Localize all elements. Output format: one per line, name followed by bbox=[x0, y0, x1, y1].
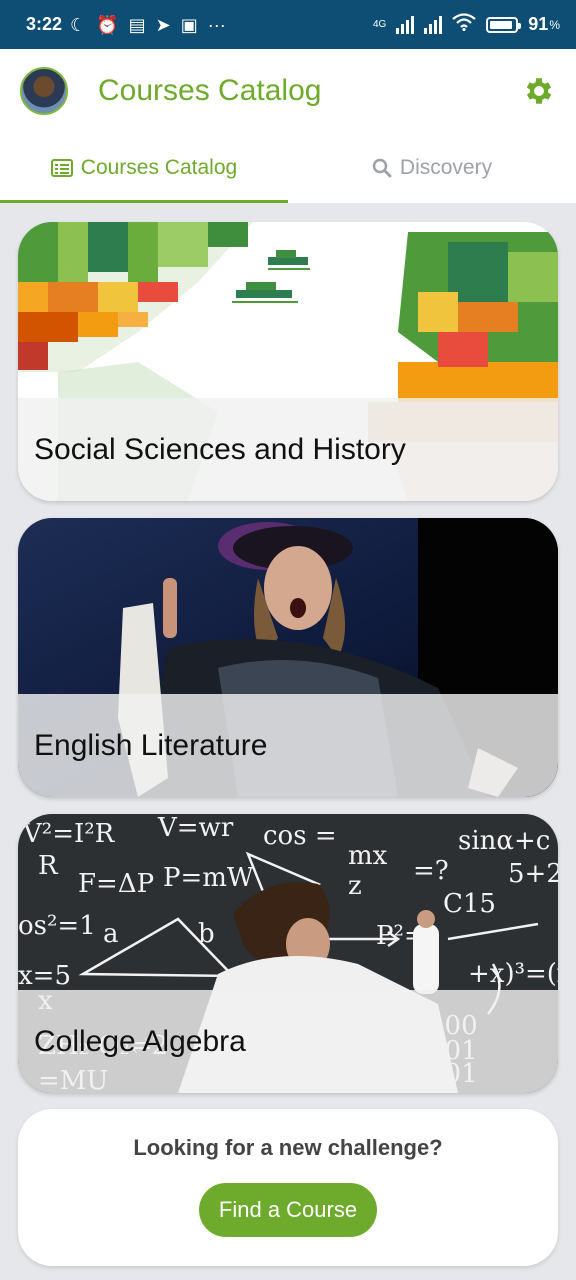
svg-text:cos =: cos = bbox=[263, 821, 337, 851]
card-icon: ▣ bbox=[180, 14, 198, 35]
svg-text:mx: mx bbox=[348, 841, 388, 871]
svg-text:sinα+c: sinα+c bbox=[458, 826, 550, 856]
card-label-band: English Literature bbox=[18, 694, 558, 797]
wifi-icon bbox=[452, 13, 476, 36]
card-title: College Algebra bbox=[34, 1024, 246, 1058]
network-type: 4G bbox=[372, 19, 387, 30]
course-card-college-algebra[interactable]: V²=I²R V=wr cos = sinα+c R F=ΔP P=mW mx =? 5+2… bbox=[18, 814, 558, 1093]
tab-courses-catalog[interactable]: Courses Catalog bbox=[0, 133, 288, 203]
search-icon bbox=[372, 158, 392, 178]
svg-text:a: a bbox=[103, 919, 119, 949]
svg-text:+x)³=(x: +x)³=(x bbox=[468, 959, 558, 989]
card-label-band: Social Sciences and History bbox=[18, 398, 558, 501]
svg-text:b: b bbox=[198, 919, 215, 949]
avatar[interactable] bbox=[20, 67, 68, 115]
svg-text:=?: =? bbox=[413, 856, 449, 886]
signal-icon-2 bbox=[424, 15, 443, 34]
card-title: Social Sciences and History bbox=[34, 432, 406, 466]
gear-icon[interactable] bbox=[522, 74, 556, 108]
course-card-social-sciences[interactable]: Social Sciences and History bbox=[18, 222, 558, 501]
card-title: English Literature bbox=[34, 728, 268, 762]
svg-text:V=wr: V=wr bbox=[157, 814, 234, 843]
tab-discovery[interactable]: Discovery bbox=[288, 133, 576, 203]
svg-text:5+2: 5+2 bbox=[508, 859, 558, 889]
signal-icon bbox=[396, 15, 415, 34]
find-course-panel: Looking for a new challenge? Find a Cour… bbox=[18, 1109, 558, 1266]
svg-text:z: z bbox=[348, 871, 362, 901]
battery-icon bbox=[486, 16, 522, 33]
course-card-english-literature[interactable]: English Literature bbox=[18, 518, 558, 797]
status-time: 3:22 bbox=[26, 14, 63, 34]
tab-bar: Courses Catalog Discovery bbox=[0, 133, 576, 203]
telegram-icon: ➤ bbox=[155, 14, 171, 35]
alarm-icon: ⏰ bbox=[96, 14, 119, 35]
news-icon: ▤ bbox=[128, 14, 146, 35]
svg-text:P=mW: P=mW bbox=[163, 863, 254, 893]
more-icon: ··· bbox=[207, 14, 226, 35]
moon-icon: ☾ bbox=[70, 14, 87, 35]
status-bar: 3:22 ☾ ⏰ ▤ ➤ ▣ ··· 4G 91% bbox=[0, 0, 576, 49]
battery-percent: 91 bbox=[528, 14, 549, 34]
page-title: Courses Catalog bbox=[98, 74, 322, 107]
svg-text:R: R bbox=[38, 851, 59, 881]
challenge-prompt: Looking for a new challenge? bbox=[133, 1135, 443, 1160]
tab-label: Courses Catalog bbox=[80, 156, 238, 179]
app-header: Courses Catalog bbox=[0, 49, 576, 133]
svg-text:os²=1: os²=1 bbox=[18, 911, 96, 941]
find-course-button[interactable]: Find a Course bbox=[199, 1183, 377, 1237]
svg-text:F=ΔP: F=ΔP bbox=[78, 869, 154, 899]
notification-icons: ☾ ⏰ ▤ ➤ ▣ ··· bbox=[70, 16, 226, 34]
card-label-band: College Algebra bbox=[18, 990, 558, 1093]
list-icon bbox=[50, 159, 73, 177]
svg-text:C15: C15 bbox=[443, 889, 496, 919]
svg-text:V²=I²R: V²=I²R bbox=[22, 819, 116, 849]
tab-label: Discovery bbox=[399, 156, 493, 179]
